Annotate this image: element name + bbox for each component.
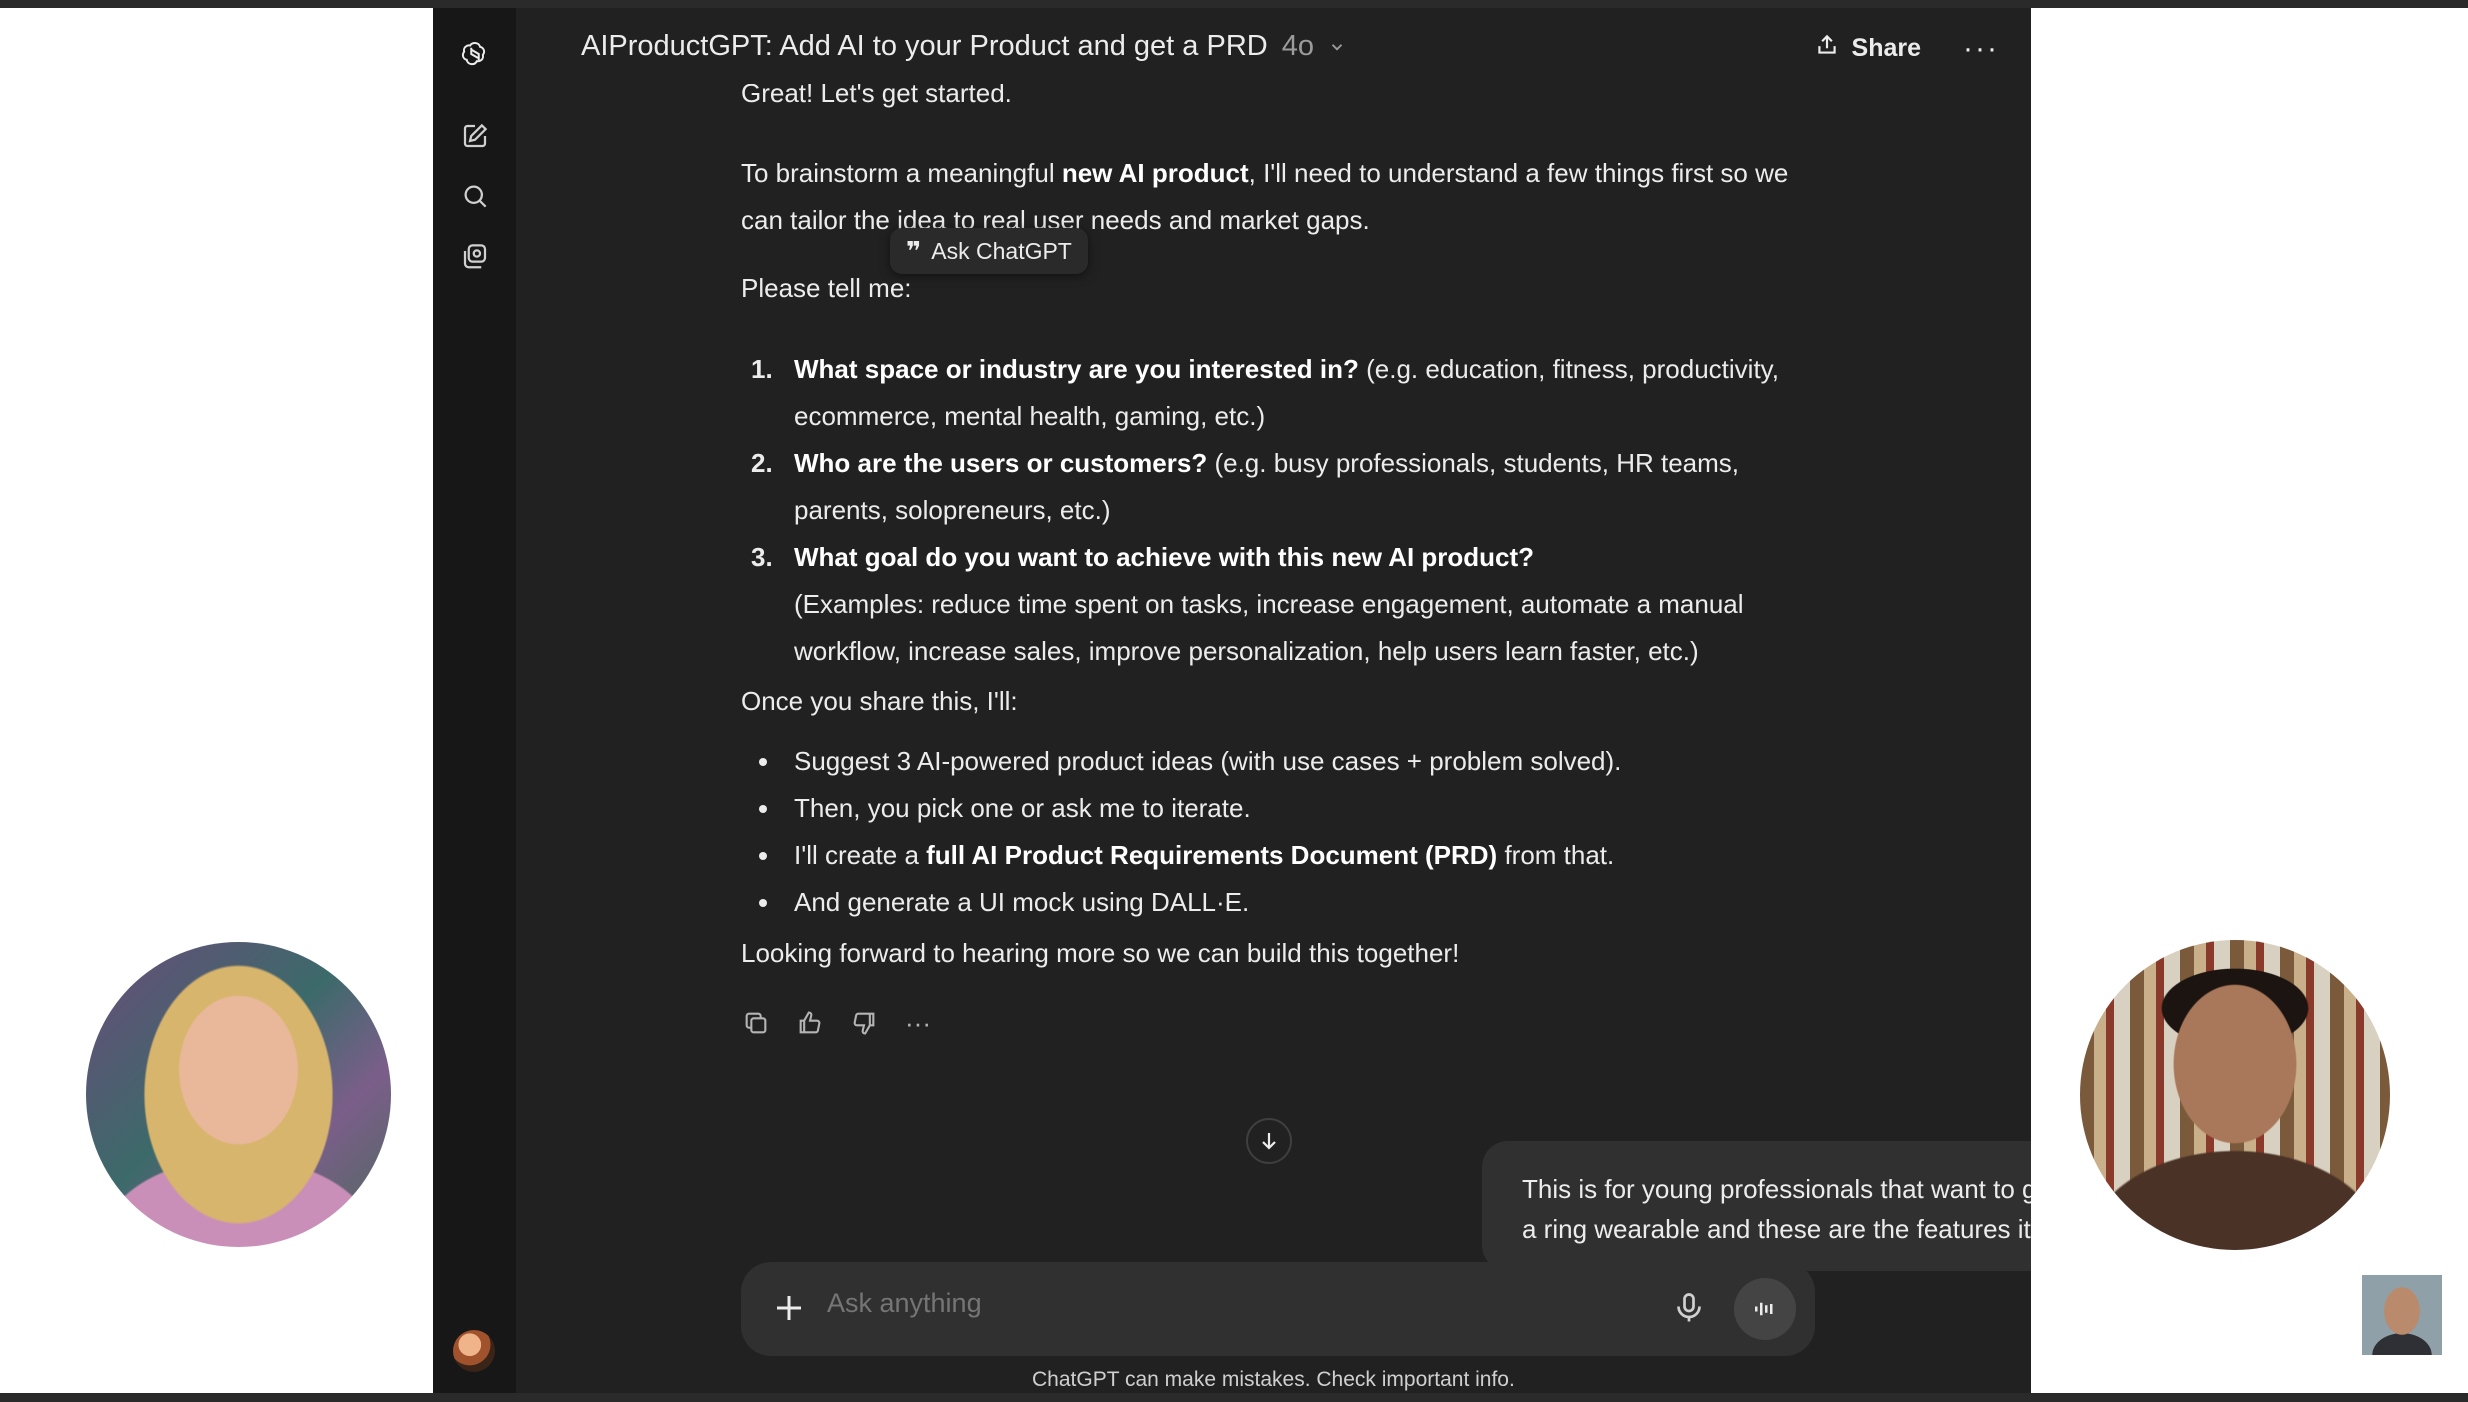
list-item: 3. What goal do you want to achieve with… bbox=[741, 534, 1821, 675]
list-item: Suggest 3 AI-powered product ideas (with… bbox=[741, 738, 1821, 785]
presenter-webcam-right bbox=[2080, 940, 2390, 1250]
gpt-title[interactable]: AIProductGPT: Add AI to your Product and… bbox=[581, 30, 1346, 64]
chevron-down-icon bbox=[1328, 31, 1346, 64]
list-item: 1. What space or industry are you intere… bbox=[741, 346, 1821, 440]
presenter-webcam-left bbox=[86, 942, 391, 1247]
list-item: I'll create a full AI Product Requiremen… bbox=[741, 832, 1821, 879]
ask-chatgpt-label: Ask ChatGPT bbox=[931, 237, 1072, 264]
copy-icon[interactable] bbox=[741, 1008, 771, 1038]
user-avatar[interactable] bbox=[453, 1330, 495, 1372]
voice-waveform-icon bbox=[1755, 1302, 1773, 1316]
bullet-bold: full AI Product Requirements Document (P… bbox=[926, 840, 1498, 870]
user-message-text: This is for young professionals that wan… bbox=[1522, 1174, 2031, 1244]
chatgpt-logo-icon[interactable] bbox=[455, 34, 495, 74]
please-tell-me: Please tell me: bbox=[741, 273, 912, 303]
closing-line: Looking forward to hearing more so we ca… bbox=[741, 938, 1460, 968]
thumbs-down-icon[interactable] bbox=[849, 1008, 879, 1038]
list-item: Then, you pick one or ask me to iterate. bbox=[741, 785, 1821, 832]
voice-mode-button[interactable] bbox=[1734, 1278, 1796, 1340]
library-icon[interactable] bbox=[455, 236, 495, 276]
chatgpt-window: AIProductGPT: Add AI to your Product and… bbox=[433, 8, 2031, 1393]
list-item: And generate a UI mock using DALL·E. bbox=[741, 879, 1821, 926]
question-bold: Who are the users or customers? bbox=[794, 448, 1208, 478]
screen-top-strip bbox=[0, 0, 2468, 8]
search-icon[interactable] bbox=[455, 176, 495, 216]
new-chat-icon[interactable] bbox=[455, 116, 495, 156]
question-rest: (Examples: reduce time spent on tasks, i… bbox=[794, 589, 1744, 666]
more-actions-icon[interactable]: ··· bbox=[903, 1008, 933, 1038]
intro-text-start: To brainstorm a meaningful bbox=[741, 158, 1062, 188]
disclaimer-text: ChatGPT can make mistakes. Check importa… bbox=[1032, 1368, 1515, 1391]
bullet-text-end: from that. bbox=[1497, 840, 1615, 870]
chat-header: AIProductGPT: Add AI to your Product and… bbox=[516, 8, 2031, 92]
gpt-name: AIProductGPT: Add AI to your Product and… bbox=[581, 30, 1268, 62]
question-bold: What goal do you want to achieve with th… bbox=[794, 542, 1535, 572]
list-number: 3. bbox=[751, 542, 773, 572]
clipped-text: Great! Let's get started. bbox=[741, 84, 1012, 108]
list-item: 2. Who are the users or customers? (e.g.… bbox=[741, 440, 1821, 534]
list-number: 2. bbox=[751, 448, 773, 478]
scroll-down-button[interactable] bbox=[1246, 1118, 1292, 1164]
participant-thumbnail bbox=[2362, 1275, 2442, 1355]
share-label: Share bbox=[1851, 34, 1921, 62]
questions-list: 1. What space or industry are you intere… bbox=[741, 346, 1821, 675]
composer bbox=[741, 1262, 1815, 1356]
disclaimer: ChatGPT can make mistakes. Check importa… bbox=[433, 1368, 2031, 1392]
thumbs-up-icon[interactable] bbox=[795, 1008, 825, 1038]
quote-icon: ❞ bbox=[906, 235, 922, 266]
model-label: 4o bbox=[1281, 30, 1315, 62]
more-options-icon[interactable]: ··· bbox=[1963, 32, 1999, 66]
sidebar-rail bbox=[433, 8, 516, 1393]
bullet-text: I'll create a bbox=[794, 840, 927, 870]
next-steps-list: Suggest 3 AI-powered product ideas (with… bbox=[741, 738, 1821, 926]
bullet-text: Then, you pick one or ask me to iterate. bbox=[794, 793, 1251, 823]
once-you-share: Once you share this, I'll: bbox=[741, 686, 1018, 716]
microphone-icon[interactable] bbox=[1671, 1290, 1707, 1326]
intro-bold: new AI product bbox=[1061, 158, 1249, 188]
plus-icon[interactable] bbox=[771, 1290, 807, 1326]
list-number: 1. bbox=[751, 354, 773, 384]
arrow-down-icon bbox=[1262, 1133, 1276, 1150]
message-actions: ··· bbox=[741, 1008, 933, 1038]
screen-bottom-strip bbox=[0, 1393, 2468, 1402]
bullet-text: And generate a UI mock using DALL·E. bbox=[794, 887, 1250, 917]
share-icon bbox=[1814, 32, 1840, 65]
question-bold: What space or industry are you intereste… bbox=[794, 354, 1359, 384]
bullet-text: Suggest 3 AI-powered product ideas (with… bbox=[794, 746, 1622, 776]
ask-chatgpt-popover[interactable]: ❞ Ask ChatGPT bbox=[890, 228, 1088, 274]
user-message-bubble: This is for young professionals that wan… bbox=[1482, 1141, 2031, 1271]
prompt-input[interactable] bbox=[827, 1288, 1607, 1319]
clipped-previous-line: Great! Let's get started. bbox=[741, 84, 1012, 114]
share-button[interactable]: Share bbox=[1814, 32, 1921, 65]
